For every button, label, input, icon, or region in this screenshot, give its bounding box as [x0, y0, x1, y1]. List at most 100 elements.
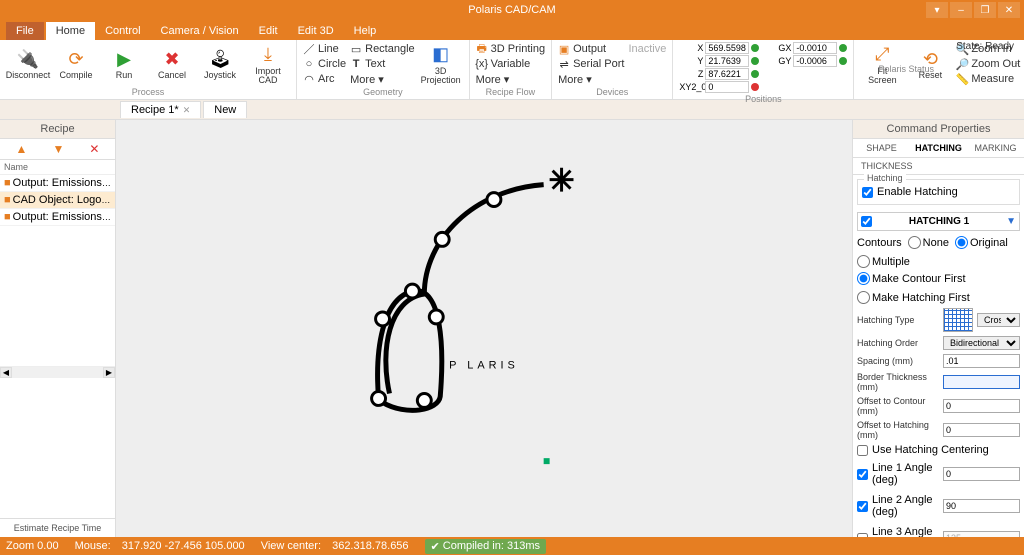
disconnect-button[interactable]: 🔌Disconnect	[6, 42, 50, 86]
line1-checkbox[interactable]	[857, 469, 868, 480]
printer-icon: 🖶	[476, 40, 488, 59]
status-mouse: Mouse: 317.920 -27.456 105.000	[75, 540, 245, 552]
recipe-col-name: Name	[0, 160, 115, 175]
rectangle-button[interactable]: ▭Rectangle	[350, 42, 415, 56]
hatching-order-select[interactable]: Bidirectional	[943, 336, 1020, 350]
status-light-icon	[751, 70, 759, 78]
ribbon: 🔌Disconnect ⟳Compile ▶Run ✖Cancel 🕹Joyst…	[0, 40, 1024, 100]
recipe-item[interactable]: ■Output: Emissions Enable	[0, 175, 115, 192]
recipe-up-button[interactable]: ▲	[16, 142, 28, 156]
recipeflow-more-button[interactable]: More ▾	[476, 72, 545, 86]
make-contour-first-radio[interactable]	[857, 272, 870, 285]
pos-x-input[interactable]	[705, 42, 749, 54]
3d-printing-button[interactable]: 🖶3D Printing	[476, 42, 545, 56]
check-icon: ✔	[431, 540, 440, 553]
measure-icon: 📏	[956, 73, 968, 86]
offset-contour-input[interactable]	[943, 399, 1020, 413]
scroll-left-button[interactable]: ◀	[0, 367, 12, 378]
recipe-item[interactable]: ■Output: Emissions Disable	[0, 209, 115, 226]
circle-icon: ○	[303, 58, 315, 70]
3d-projection-button[interactable]: ◧3D Projection	[419, 42, 463, 86]
pos-z-input[interactable]	[705, 68, 749, 80]
hatching-type-select[interactable]: Cross	[977, 313, 1020, 327]
pos-xy2-input[interactable]	[705, 81, 749, 93]
pos-y-input[interactable]	[705, 55, 749, 67]
cad-drawing: P LARIS	[116, 120, 852, 537]
tab-shape[interactable]: SHAPE	[853, 139, 910, 157]
pos-gy-input[interactable]	[793, 55, 837, 67]
contours-multiple-radio[interactable]	[857, 255, 870, 268]
line1-angle-input[interactable]	[943, 467, 1020, 481]
hatching1-header[interactable]: HATCHING 1 ▼	[857, 212, 1020, 231]
win-close-button[interactable]: ✕	[998, 2, 1020, 18]
geometry-more-button[interactable]: More ▾	[350, 72, 415, 86]
menu-home[interactable]: Home	[46, 22, 95, 40]
recipe-item[interactable]: ■CAD Object: LogoCropped.dxf	[0, 192, 115, 209]
tab-thickness[interactable]: THICKNESS	[853, 158, 921, 174]
compile-button[interactable]: ⟳Compile	[54, 42, 98, 86]
origin-marker	[544, 458, 550, 464]
win-extra-button[interactable]: ▾	[926, 2, 948, 18]
estimate-time-button[interactable]: Estimate Recipe Time	[0, 518, 115, 537]
use-centering-checkbox[interactable]	[857, 445, 868, 456]
run-icon: ▶	[113, 48, 135, 70]
spacing-input[interactable]	[943, 354, 1020, 368]
text-icon: T	[350, 58, 362, 70]
line2-checkbox[interactable]	[857, 501, 868, 512]
doc-tab-recipe1[interactable]: Recipe 1*✕	[120, 101, 201, 118]
group-positions-label: Positions	[679, 93, 847, 104]
rectangle-icon: ▭	[350, 43, 362, 56]
hatching1-enable-checkbox[interactable]	[861, 216, 872, 227]
enable-hatching-checkbox[interactable]	[862, 187, 873, 198]
status-light-icon	[839, 44, 847, 52]
win-restore-button[interactable]: ❐	[974, 2, 996, 18]
offset-hatching-input[interactable]	[943, 423, 1020, 437]
line2-angle-input[interactable]	[943, 499, 1020, 513]
menu-edit[interactable]: Edit	[249, 22, 288, 40]
canvas-viewport[interactable]: P LARIS	[116, 120, 852, 537]
doc-tab-new[interactable]: New	[203, 101, 247, 118]
recipe-delete-button[interactable]: ✕	[89, 142, 99, 156]
menu-control[interactable]: Control	[95, 22, 150, 40]
serial-port-button[interactable]: ⇌Serial Port	[558, 57, 624, 71]
contours-none-radio[interactable]	[908, 236, 921, 249]
menu-help[interactable]: Help	[344, 22, 387, 40]
devices-more-button[interactable]: More ▾	[558, 72, 624, 86]
tab-hatching[interactable]: HATCHING	[910, 139, 967, 157]
contours-original-radio[interactable]	[955, 236, 968, 249]
line-button[interactable]: ／Line	[303, 42, 346, 56]
scrollbar-track[interactable]	[12, 367, 103, 378]
menu-file[interactable]: File	[6, 22, 44, 40]
scroll-right-button[interactable]: ▶	[103, 367, 115, 378]
serial-icon: ⇌	[558, 58, 570, 71]
variable-button[interactable]: {x}Variable	[476, 57, 545, 71]
fit-icon: ⤢	[871, 44, 893, 66]
ribbon-collapse-button[interactable]: ˆ	[1015, 62, 1018, 73]
menu-camera[interactable]: Camera / Vision	[151, 22, 249, 40]
circle-button[interactable]: ○Circle	[303, 57, 346, 71]
menu-edit3d[interactable]: Edit 3D	[288, 22, 344, 40]
border-thickness-input[interactable]	[943, 375, 1020, 389]
inactive-label: Inactive	[628, 42, 666, 56]
win-minimize-button[interactable]: –	[950, 2, 972, 18]
text-button[interactable]: TText	[350, 57, 415, 71]
arc-button[interactable]: ◠Arc	[303, 72, 346, 86]
chevron-down-icon: ▼	[1006, 216, 1016, 227]
recipe-down-button[interactable]: ▼	[52, 142, 64, 156]
make-hatching-first-radio[interactable]	[857, 291, 870, 304]
output-button[interactable]: ▣Output	[558, 42, 624, 56]
cancel-button[interactable]: ✖Cancel	[150, 42, 194, 86]
status-view-center: View center: 362.318.78.656	[261, 540, 409, 552]
zoom-out-button[interactable]: 🔎Zoom Out	[956, 57, 1020, 71]
recipe-title: Recipe	[0, 120, 115, 139]
run-button[interactable]: ▶Run	[102, 42, 146, 86]
joystick-button[interactable]: 🕹Joystick	[198, 42, 242, 86]
import-cad-button[interactable]: ⤓Import CAD	[246, 42, 290, 86]
pos-gx-input[interactable]	[793, 42, 837, 54]
tab-marking[interactable]: MARKING	[967, 139, 1024, 157]
close-tab-icon[interactable]: ✕	[183, 105, 191, 116]
measure-button[interactable]: 📏Measure	[956, 72, 1020, 86]
status-compiled: ✔Compiled in: 313ms	[425, 539, 546, 554]
app-title: Polaris CAD/CAM	[468, 4, 555, 16]
properties-title: Command Properties	[853, 120, 1024, 139]
